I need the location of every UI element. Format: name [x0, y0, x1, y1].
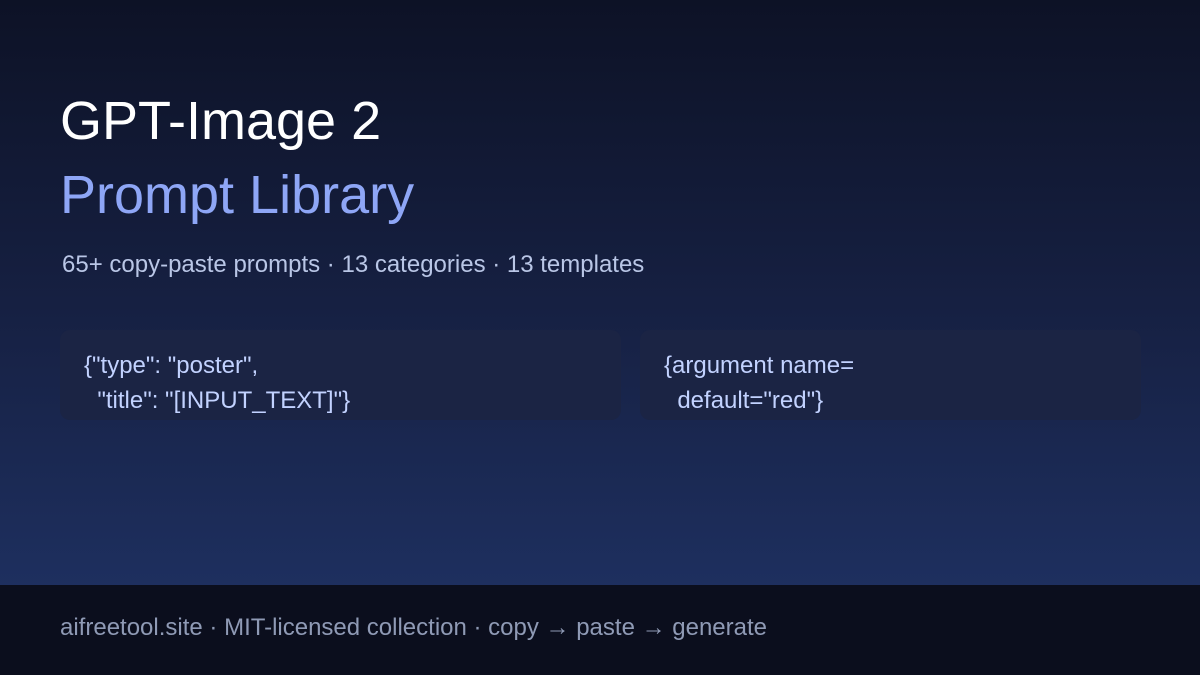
prompt-example-card-json: {"type": "poster", "title": "[INPUT_TEXT…: [60, 330, 621, 420]
footer-bar: aifreetool.site · MIT-licensed collectio…: [0, 585, 1200, 675]
page-subtitle: Prompt Library: [60, 165, 415, 225]
page-title: GPT-Image 2: [60, 91, 382, 151]
stats-line: 65+ copy-paste prompts · 13 categories ·…: [62, 251, 645, 278]
prompt-example-card-argument: {argument name= default="red"}: [640, 330, 1141, 420]
footer-text: aifreetool.site · MIT-licensed collectio…: [60, 614, 767, 641]
